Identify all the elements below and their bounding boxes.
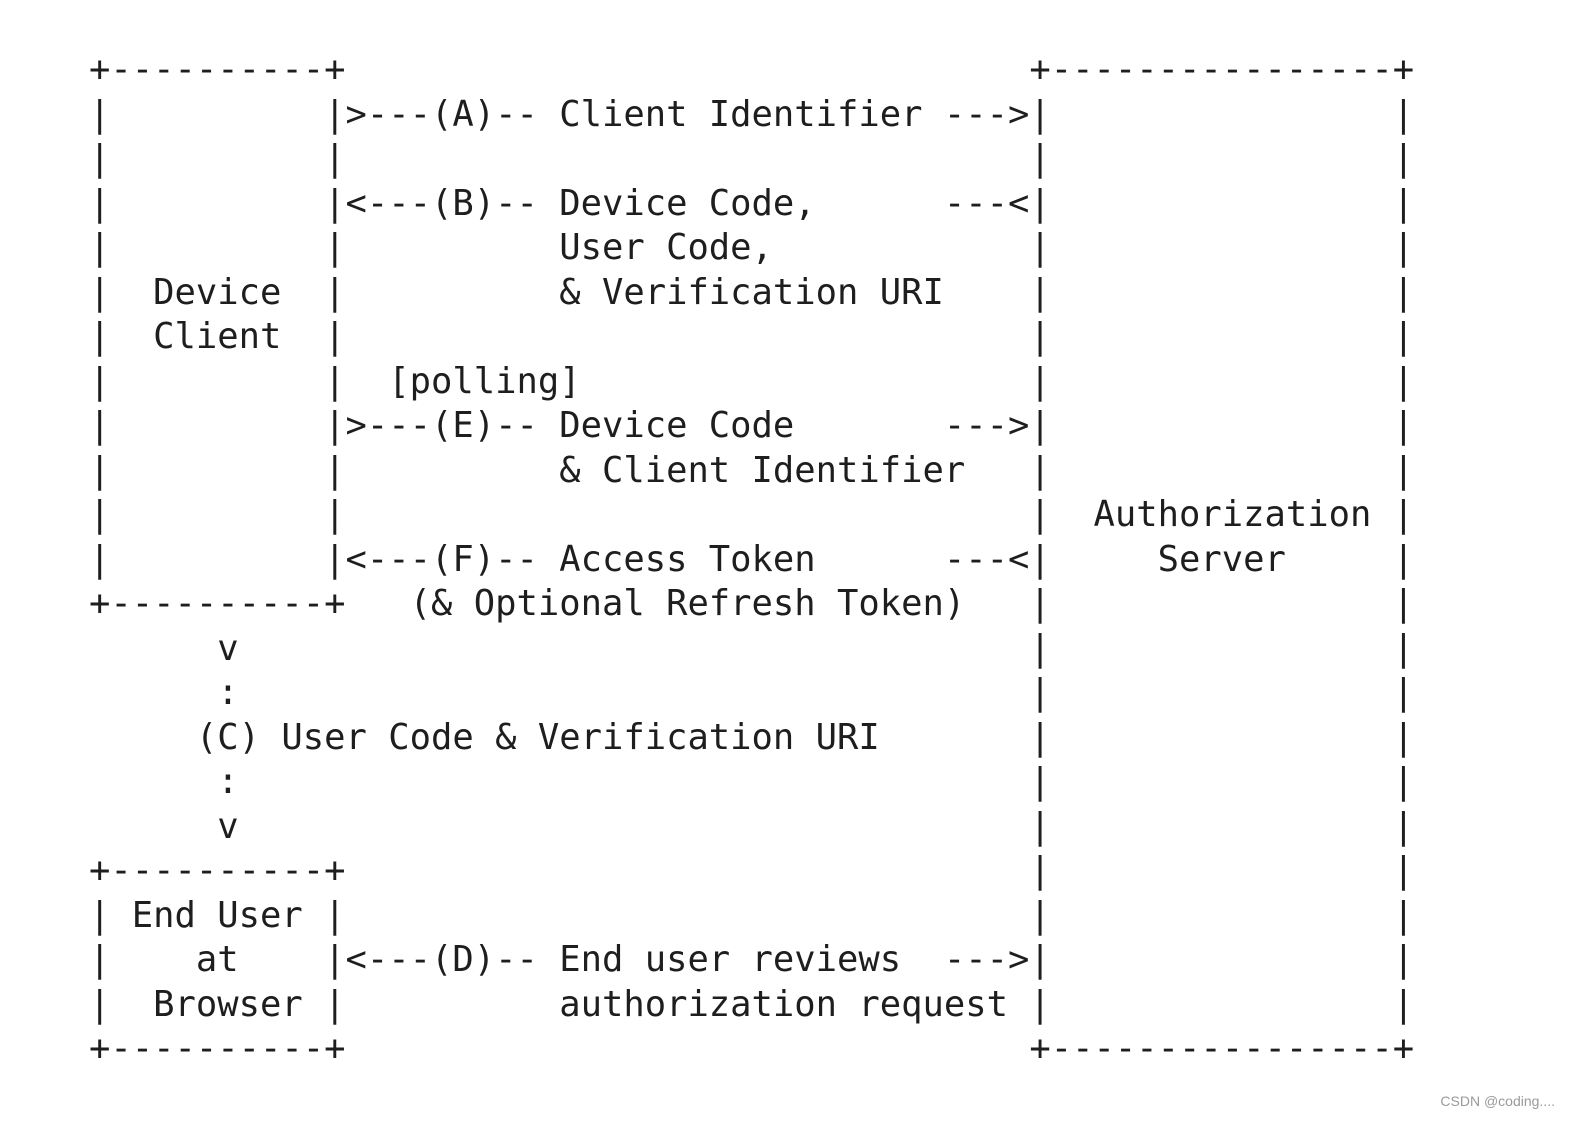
diagram-line: +----------+ (& Optional Refresh Token) … bbox=[89, 583, 1415, 624]
diagram-line: | |<---(F)-- Access Token ---<| Server | bbox=[89, 538, 1415, 580]
diagram-line: v | | bbox=[89, 805, 1415, 847]
diagram-line: | Client | | | bbox=[89, 316, 1415, 357]
diagram-line: | |>---(E)-- Device Code --->| | bbox=[89, 405, 1415, 446]
diagram-line: | | User Code, | | bbox=[89, 227, 1415, 268]
diagram-line: | | [polling] | | bbox=[89, 360, 1415, 402]
diagram-line: | | & Client Identifier | | bbox=[89, 449, 1415, 491]
diagram-line: | at |<---(D)-- End user reviews --->| | bbox=[89, 939, 1415, 980]
diagram-line: | End User | | | bbox=[89, 894, 1415, 936]
diagram-line: +----------+ +----------------+ bbox=[89, 49, 1415, 90]
diagram-line: v | | bbox=[89, 627, 1415, 669]
diagram-line: | |<---(B)-- Device Code, ---<| | bbox=[89, 182, 1415, 224]
diagram-line: | | | Authorization | bbox=[89, 494, 1415, 535]
device-flow-ascii-diagram: +----------+ +----------------+ | |>---(A… bbox=[89, 48, 1414, 1072]
diagram-line: : | | bbox=[89, 761, 1415, 802]
watermark: CSDN @coding.... bbox=[1440, 1093, 1555, 1109]
diagram-line: | Browser | authorization request | | bbox=[89, 983, 1415, 1025]
diagram-line: : | | bbox=[89, 672, 1415, 713]
diagram-line: +----------+ | | bbox=[89, 850, 1415, 891]
diagram-line: (C) User Code & Verification URI | | bbox=[89, 716, 1415, 758]
diagram-line: | | | | bbox=[89, 138, 1415, 179]
diagram-line: | Device | & Verification URI | | bbox=[89, 271, 1415, 313]
diagram-line: | |>---(A)-- Client Identifier --->| | bbox=[89, 93, 1415, 135]
diagram-line: +----------+ +----------------+ bbox=[89, 1028, 1415, 1069]
